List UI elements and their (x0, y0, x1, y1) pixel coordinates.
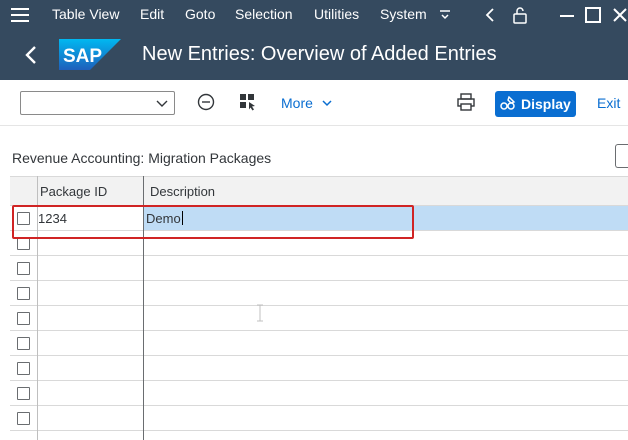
row-select-checkbox[interactable] (17, 287, 30, 300)
table-row[interactable] (10, 281, 628, 306)
back-arrow-icon[interactable] (24, 45, 38, 65)
table-title: Revenue Accounting: Migration Packages (12, 150, 272, 166)
column-divider (37, 176, 38, 440)
chevron-down-icon (322, 100, 332, 107)
column-header-description[interactable]: Description (150, 184, 215, 199)
menu-system[interactable]: System (380, 6, 427, 22)
exit-button[interactable]: Exit (597, 95, 620, 111)
row-select-checkbox[interactable] (17, 212, 30, 225)
glasses-pencil-icon (500, 96, 516, 110)
row-select-checkbox[interactable] (17, 312, 30, 325)
table-row[interactable] (10, 331, 628, 356)
chevron-down-icon (156, 100, 168, 107)
ibeam-cursor-icon (257, 304, 263, 322)
row-select-checkbox[interactable] (17, 262, 30, 275)
table-row[interactable]: 1234 Demo (10, 206, 628, 231)
select-blocks-icon[interactable] (238, 92, 258, 112)
more-button[interactable]: More (281, 95, 332, 111)
sap-logo: SAP (59, 39, 121, 70)
description-input[interactable]: Demo (144, 206, 628, 230)
svg-text:SAP: SAP (63, 46, 102, 67)
menu-table-view[interactable]: Table View (52, 6, 119, 22)
table-settings-icon[interactable] (615, 144, 628, 168)
display-button[interactable]: Display (495, 91, 576, 117)
page-title: New Entries: Overview of Added Entries (142, 43, 497, 65)
table-row[interactable] (10, 231, 628, 256)
minus-circle-icon[interactable] (196, 92, 216, 112)
chevron-left-icon[interactable] (484, 8, 496, 22)
table-row[interactable] (10, 356, 628, 381)
display-label: Display (521, 96, 571, 112)
maximize-icon[interactable] (585, 7, 601, 23)
text-caret (181, 211, 183, 225)
row-select-checkbox[interactable] (17, 237, 30, 250)
row-select-checkbox[interactable] (17, 337, 30, 350)
table-row[interactable] (10, 256, 628, 281)
print-icon[interactable] (456, 92, 476, 112)
column-header-package-id[interactable]: Package ID (40, 184, 107, 199)
hamburger-menu-icon[interactable] (11, 8, 29, 22)
command-dropdown[interactable] (20, 91, 175, 115)
close-icon[interactable] (612, 7, 628, 23)
package-id-cell[interactable]: 1234 (38, 211, 67, 226)
row-select-checkbox[interactable] (17, 387, 30, 400)
table-row[interactable] (10, 406, 628, 431)
table-row[interactable] (10, 381, 628, 406)
description-value: Demo (146, 211, 183, 226)
toolbar: More Display Exit (0, 80, 628, 126)
menu-bar: Table View Edit Goto Selection Utilities… (0, 0, 628, 30)
menu-edit[interactable]: Edit (140, 6, 164, 22)
more-label: More (281, 95, 313, 111)
menu-goto[interactable]: Goto (185, 6, 215, 22)
row-select-checkbox[interactable] (17, 412, 30, 425)
menu-utilities[interactable]: Utilities (314, 6, 359, 22)
table-row[interactable] (10, 306, 628, 331)
minimize-icon[interactable] (560, 14, 574, 18)
more-menu-icon[interactable] (438, 8, 452, 22)
row-select-checkbox[interactable] (17, 362, 30, 375)
menu-selection[interactable]: Selection (235, 6, 293, 22)
entries-table: Package ID Description 1234 Demo (10, 176, 628, 440)
column-divider (143, 176, 144, 440)
table-header: Package ID Description (10, 176, 628, 206)
shell-header: SAP New Entries: Overview of Added Entri… (0, 30, 628, 80)
unlock-icon[interactable] (512, 6, 528, 24)
